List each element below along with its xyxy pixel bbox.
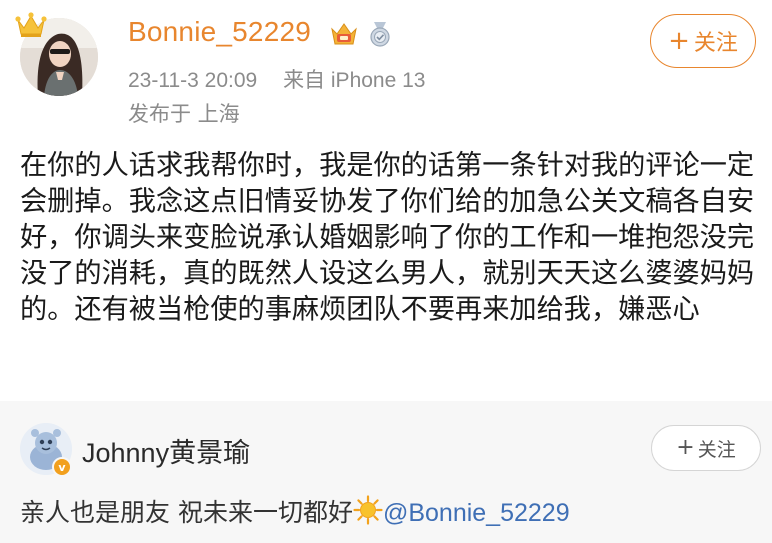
post-username[interactable]: Bonnie_52229 [128, 16, 311, 48]
post-meta: 23-11-3 20:09 来自 iPhone 13 [128, 64, 425, 94]
post-content: 在你的人话求我帮你时，我是你的话第一条针对我的评论一定会删掉。我念这点旧情妥协发… [20, 150, 755, 325]
plus-icon: + [676, 435, 695, 460]
post-avatar-wrap[interactable] [15, 12, 102, 98]
crown-icon [15, 12, 47, 37]
post-source[interactable]: 来自 iPhone 13 [283, 69, 425, 92]
mention-link[interactable]: @Bonnie_52229 [383, 499, 570, 527]
reply-message: 亲人也是朋友 祝未来一切都好 [20, 498, 353, 527]
post-date: 23-11-3 20:09 [128, 69, 258, 92]
reply-follow-label: 关注 [697, 438, 736, 461]
reply-card[interactable]: v Johnny黄景瑜 + 关注 亲人也是朋友 祝未来一切都好 @Bonnie_… [0, 401, 772, 543]
post-location: 发布于 上海 [128, 102, 240, 126]
verified-badge-icon: v [52, 457, 72, 477]
reply-text: 亲人也是朋友 祝未来一切都好 @Bonnie_52229 [20, 493, 570, 529]
sun-emoji-icon [353, 495, 383, 525]
weibo-post: Bonnie_52229 23-11-3 20:09 来自 iPhone 13 … [0, 0, 772, 400]
follow-label: 关注 [693, 31, 738, 56]
follow-button[interactable]: + 关注 [650, 14, 756, 68]
plus-icon: + [668, 26, 690, 56]
medal-badge-icon[interactable] [366, 20, 394, 48]
reply-follow-button[interactable]: + 关注 [651, 425, 761, 471]
reply-username[interactable]: Johnny黄景瑜 [82, 431, 250, 470]
vip-badge-icon[interactable] [329, 20, 359, 48]
